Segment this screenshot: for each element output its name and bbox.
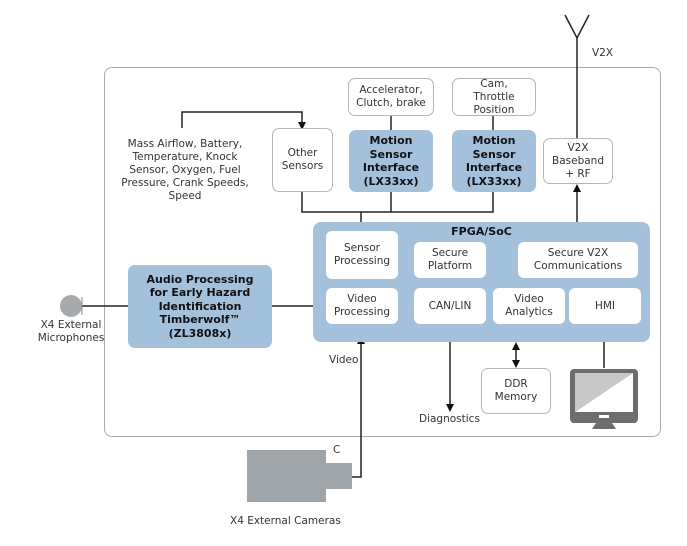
audio-processing-block[interactable]: Audio Processing for Early Hazard Identi… — [128, 265, 272, 348]
ddr-memory-box[interactable]: DDR Memory — [481, 368, 551, 414]
sensor-list-line: Temperature, Knock — [132, 151, 238, 163]
v2x-baseband-rf-box[interactable]: V2X Baseband + RF — [543, 138, 613, 184]
sensor-list-line: Pressure, Crank Speeds, — [121, 177, 249, 189]
sensor-list-line: Speed — [168, 190, 202, 202]
sensor-list-label: Mass Airflow, Battery, Temperature, Knoc… — [118, 138, 252, 203]
other-sensors-box[interactable]: Other Sensors — [272, 128, 333, 192]
cameras-label: X4 External Cameras — [230, 515, 341, 527]
sensor-list-line: Mass Airflow, Battery, — [127, 138, 243, 150]
sensor-processing-block[interactable]: Sensor Processing — [326, 231, 398, 279]
secure-v2x-communications-block[interactable]: Secure V2X Communications — [518, 242, 638, 278]
antenna-icon — [564, 14, 590, 40]
antenna-label: V2X — [592, 47, 614, 59]
wire-sensors-to-other — [181, 111, 306, 130]
monitor-icon — [570, 369, 638, 429]
motion-sensor-interface-2[interactable]: Motion Sensor Interface (LX33xx) — [452, 130, 536, 192]
microphone-icon — [60, 295, 82, 317]
can-lin-block[interactable]: CAN/LIN — [414, 288, 486, 324]
wire-other-to-bus — [301, 192, 494, 213]
microphones-label: X4 External Microphones — [37, 319, 105, 344]
video-label: Video — [329, 354, 359, 366]
diagnostics-label: Diagnostics — [419, 413, 480, 425]
camera-icon — [247, 450, 352, 502]
cam-throttle-box[interactable]: Cam, Throttle Position — [452, 78, 536, 116]
video-processing-block[interactable]: Video Processing — [326, 288, 398, 324]
video-analytics-block[interactable]: Video Analytics — [493, 288, 565, 324]
sensor-list-line: Sensor, Oxygen, Fuel — [129, 164, 241, 176]
motion-sensor-interface-1[interactable]: Motion Sensor Interface (LX33xx) — [349, 130, 433, 192]
camera-letter-label: C — [333, 444, 341, 456]
accelerator-clutch-brake-box[interactable]: Accelerator, Clutch, brake — [348, 78, 434, 116]
secure-platform-block[interactable]: Secure Platform — [414, 242, 486, 278]
hmi-block[interactable]: HMI — [569, 288, 641, 324]
